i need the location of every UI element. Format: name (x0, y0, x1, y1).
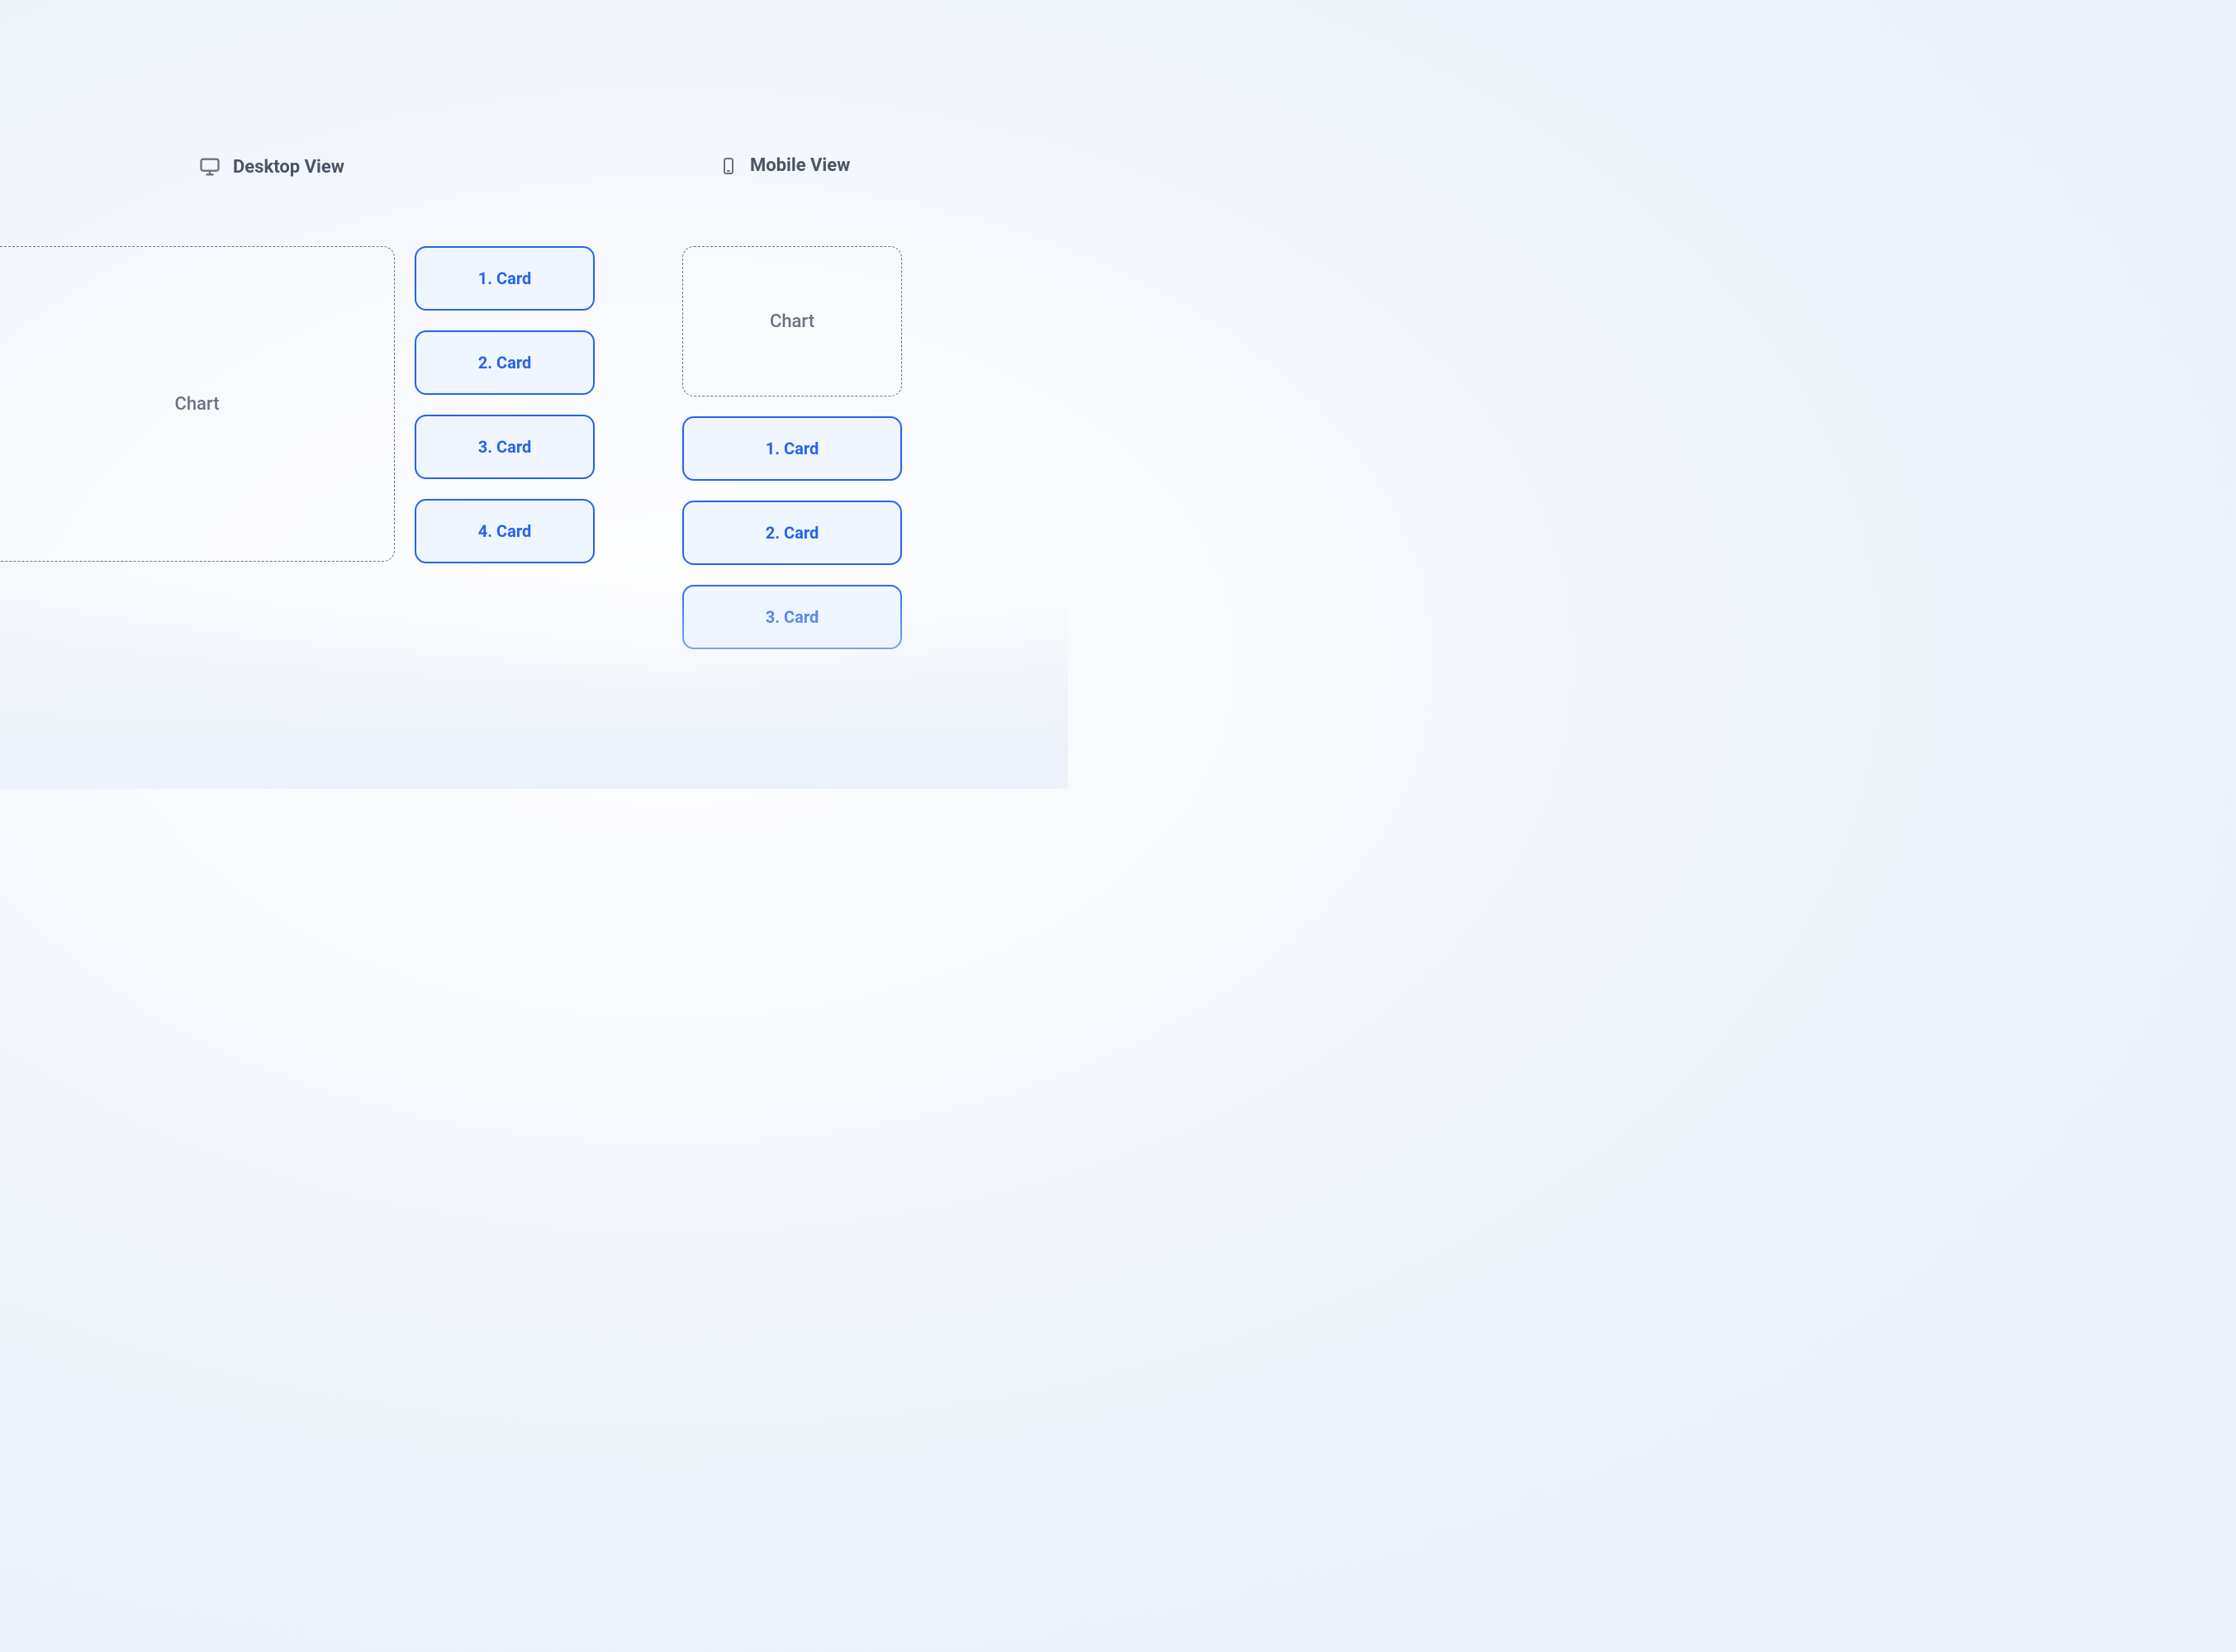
mobile-layout: Chart 1. Card 2. Card 3. Card (682, 246, 902, 649)
diagram-canvas: Desktop View Mobile View Chart 1. Card 2… (0, 0, 1068, 789)
desktop-chart-label: Chart (174, 394, 219, 415)
card-label: 2. Card (766, 523, 819, 543)
mobile-card-2: 2. Card (682, 501, 902, 565)
card-label: 1. Card (766, 439, 819, 458)
mobile-view-header: Mobile View (719, 155, 850, 176)
mobile-chart-placeholder: Chart (682, 246, 902, 396)
card-label: 4. Card (478, 521, 531, 541)
desktop-card-3: 3. Card (415, 415, 595, 479)
mobile-view-title: Mobile View (750, 155, 850, 176)
desktop-card-stack: 1. Card 2. Card 3. Card 4. Card (415, 246, 595, 563)
mobile-chart-label: Chart (770, 311, 814, 332)
card-label: 2. Card (478, 353, 531, 373)
desktop-card-2: 2. Card (415, 330, 595, 395)
desktop-layout: Chart 1. Card 2. Card 3. Card 4. Card (0, 246, 595, 563)
desktop-card-1: 1. Card (415, 246, 595, 311)
fade-overlay (0, 574, 1068, 789)
mobile-card-1: 1. Card (682, 416, 902, 481)
desktop-icon (198, 155, 221, 178)
mobile-icon (719, 156, 738, 176)
desktop-chart-placeholder: Chart (0, 246, 395, 562)
mobile-card-3: 3. Card (682, 585, 902, 649)
card-label: 1. Card (478, 268, 531, 288)
desktop-card-4: 4. Card (415, 499, 595, 563)
desktop-view-title: Desktop View (233, 157, 344, 178)
card-label: 3. Card (766, 607, 819, 627)
card-label: 3. Card (478, 437, 531, 457)
desktop-view-header: Desktop View (198, 155, 344, 178)
